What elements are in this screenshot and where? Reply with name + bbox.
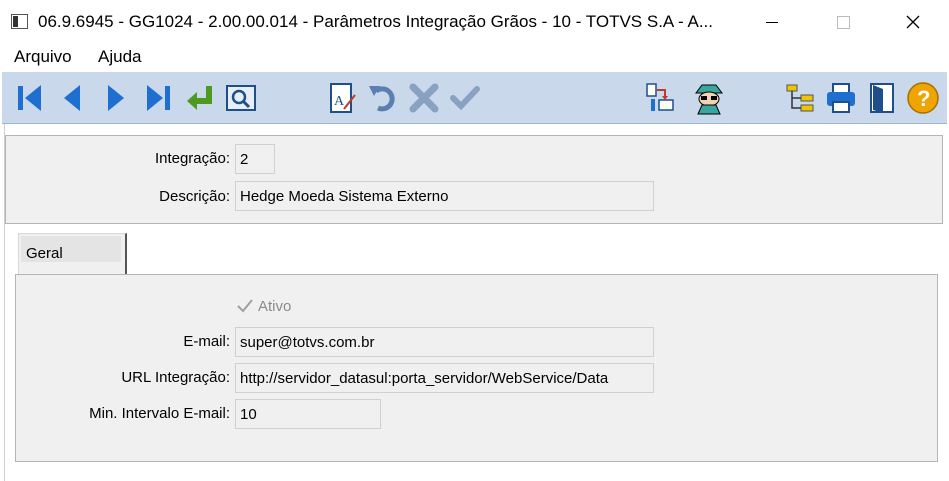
print-icon — [827, 83, 855, 113]
previous-record-button[interactable] — [54, 80, 90, 116]
close-button[interactable] — [878, 0, 948, 44]
menu-ajuda[interactable]: Ajuda — [98, 47, 141, 67]
checkmark-icon — [237, 299, 253, 313]
url-integracao-label: URL Integração: — [121, 369, 230, 386]
intervalo-email-label: Min. Intervalo E-mail: — [89, 405, 230, 422]
edit-button[interactable]: A — [324, 80, 360, 116]
transfer-icon — [646, 83, 674, 111]
integracao-label: Integração: — [154, 150, 230, 167]
print-button[interactable] — [823, 80, 859, 116]
tab-geral-label: Geral — [26, 245, 63, 262]
url-integracao-field[interactable]: http://servidor_datasul:porta_servidor/W… — [235, 363, 654, 393]
descricao-field[interactable]: Hedge Moeda Sistema Externo — [235, 181, 654, 211]
last-record-button[interactable] — [140, 80, 176, 116]
maximize-button[interactable] — [808, 0, 878, 44]
delete-icon — [409, 83, 439, 113]
exit-icon — [870, 83, 894, 113]
previous-record-icon — [64, 85, 80, 111]
help-icon: ? — [907, 82, 939, 114]
title-bar: 06.9.6945 - GG1024 - 2.00.00.014 - Parâm… — [0, 0, 949, 44]
first-record-button[interactable] — [12, 80, 48, 116]
delete-button[interactable] — [406, 80, 442, 116]
close-icon — [906, 15, 920, 29]
spy-button[interactable] — [687, 80, 731, 116]
window-title: 06.9.6945 - GG1024 - 2.00.00.014 - Parâm… — [38, 12, 714, 31]
maximize-icon — [836, 15, 850, 29]
search-button[interactable] — [223, 80, 259, 116]
undo-icon — [369, 86, 395, 112]
tree-button[interactable] — [782, 80, 818, 116]
goto-button[interactable] — [182, 80, 218, 116]
help-button[interactable]: ? — [905, 80, 941, 116]
last-record-icon — [147, 85, 170, 111]
first-record-icon — [18, 85, 41, 111]
tree-icon — [786, 84, 814, 112]
goto-icon — [187, 86, 212, 110]
minimize-button[interactable] — [737, 0, 807, 44]
exit-button[interactable] — [864, 80, 900, 116]
next-record-button[interactable] — [98, 80, 134, 116]
transfer-button[interactable] — [642, 80, 678, 116]
toolbar: A ? — [2, 72, 947, 124]
menu-arquivo[interactable]: Arquivo — [14, 47, 72, 67]
minimize-icon — [766, 21, 778, 23]
menu-bar: Arquivo Ajuda — [0, 44, 949, 70]
next-record-icon — [108, 85, 124, 111]
tab-geral[interactable]: Geral — [18, 233, 127, 275]
confirm-button[interactable] — [447, 80, 483, 116]
descricao-label: Descrição: — [159, 188, 230, 205]
spy-icon — [695, 84, 723, 115]
search-icon — [226, 85, 256, 111]
svg-text:A: A — [334, 94, 345, 109]
edit-icon: A — [330, 83, 356, 113]
svg-text:?: ? — [917, 86, 930, 111]
email-label: E-mail: — [183, 333, 230, 350]
ativo-label: Ativo — [258, 298, 292, 315]
ativo-checkbox[interactable] — [236, 297, 254, 315]
email-field[interactable]: super@totvs.com.br — [235, 327, 654, 357]
integracao-field[interactable]: 2 — [235, 144, 275, 174]
intervalo-email-field[interactable]: 10 — [235, 399, 381, 429]
app-icon — [11, 14, 28, 29]
confirm-icon — [450, 86, 480, 111]
undo-button[interactable] — [365, 80, 401, 116]
